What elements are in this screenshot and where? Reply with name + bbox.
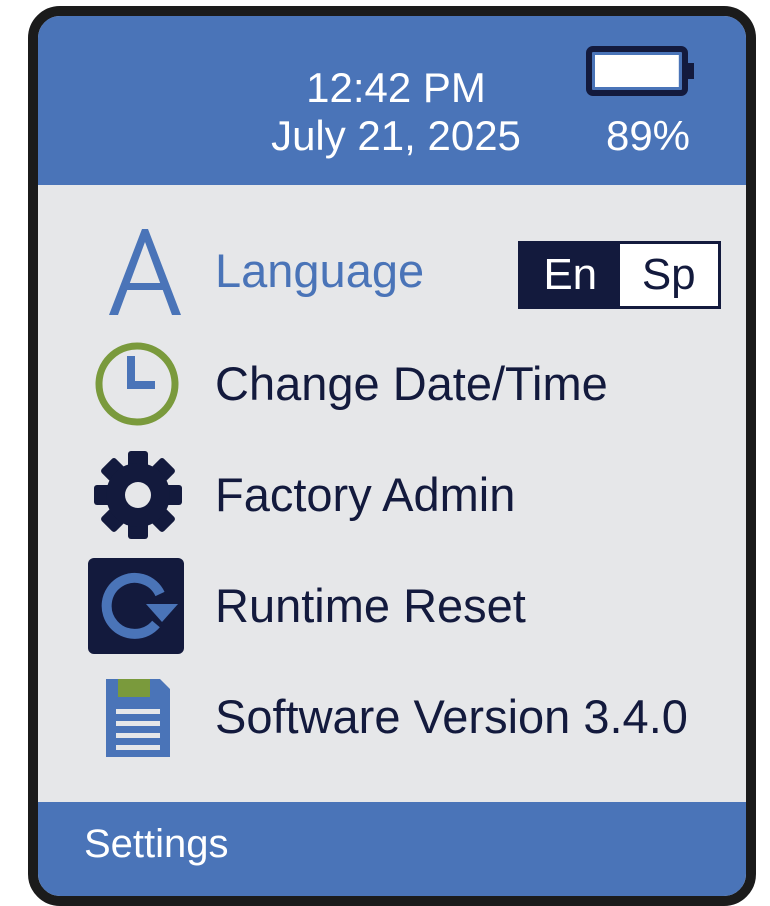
clock-icon [95, 342, 179, 426]
menu-item-factory-admin[interactable]: Factory Admin [38, 445, 746, 545]
language-option-sp[interactable]: Sp [620, 244, 719, 306]
change-date-time-label: Change Date/Time [215, 357, 608, 410]
language-label: Language [215, 244, 425, 297]
factory-admin-label: Factory Admin [215, 468, 516, 521]
battery-percentage: 89% [605, 112, 691, 159]
device-screen: 12:42 PM July 21, 2025 89% Language En S… [28, 6, 756, 906]
page-title: Settings [84, 822, 229, 866]
gear-icon [94, 451, 182, 539]
floppy-disk-icon [106, 679, 170, 757]
menu-item-change-date-time[interactable]: Change Date/Time [38, 334, 746, 434]
menu-item-software-version: Software Version 3.4.0 [38, 667, 746, 767]
language-toggle[interactable]: En Sp [518, 241, 721, 309]
letter-a-icon [109, 229, 181, 315]
runtime-reset-label: Runtime Reset [215, 579, 526, 632]
software-version-label: Software Version 3.4.0 [215, 690, 688, 743]
clock-time: 12:42 PM [306, 64, 486, 111]
clock-date: July 21, 2025 [271, 112, 521, 159]
menu-item-language[interactable]: Language En Sp [38, 221, 746, 321]
footer-bar: Settings [38, 802, 746, 896]
status-bar: 12:42 PM July 21, 2025 89% [38, 16, 746, 185]
menu-item-runtime-reset[interactable]: Runtime Reset [38, 556, 746, 656]
reset-icon [88, 558, 184, 654]
battery-icon [586, 46, 694, 96]
language-option-en[interactable]: En [521, 244, 620, 306]
